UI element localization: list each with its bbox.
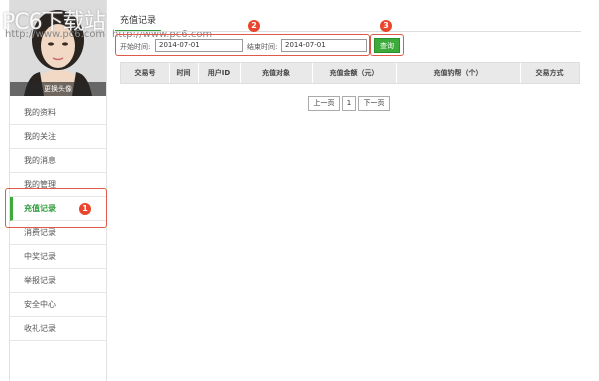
query-button[interactable]: 查询	[374, 38, 400, 53]
sidebar-item-follows[interactable]: 我的关注	[10, 125, 106, 149]
sidebar-item-prize-records[interactable]: 中奖记录	[10, 245, 106, 269]
tab-divider	[115, 31, 581, 32]
sidebar-item-profile[interactable]: 我的资料	[10, 101, 106, 125]
watermark-url: http://www.pc6.com	[5, 29, 106, 40]
tab-recharge-records[interactable]: 充值记录	[120, 13, 156, 26]
recharge-records-highlight	[5, 188, 107, 228]
column-header-recharge-coins: 充值钓帮（个）	[433, 69, 483, 77]
column-header-time: 时间	[176, 69, 191, 77]
records-table-header: 交易号 时间 用户ID 充值对象 充值金额（元） 充值钓帮（个） 交易方式	[120, 62, 580, 84]
marker-2: 2	[248, 20, 260, 32]
change-avatar-link[interactable]: 更换头像	[10, 82, 106, 96]
sidebar-item-messages[interactable]: 我的消息	[10, 149, 106, 173]
column-header-payment-method: 交易方式	[535, 69, 564, 77]
start-date-input[interactable]: 2014-07-01	[155, 39, 243, 52]
column-header-recharge-amount: 充值金额（元）	[329, 69, 379, 77]
page-number-button[interactable]: 1	[342, 96, 356, 111]
prev-page-button[interactable]: 上一页	[308, 96, 340, 111]
next-page-button[interactable]: 下一页	[358, 96, 390, 111]
marker-1: 1	[79, 203, 91, 215]
sidebar-item-security-center[interactable]: 安全中心	[10, 293, 106, 317]
sidebar-item-gift-records[interactable]: 收礼记录	[10, 317, 106, 341]
end-date-input[interactable]: 2014-07-01	[281, 39, 367, 52]
end-time-label: 结束时间:	[247, 43, 278, 51]
start-time-label: 开始时间:	[120, 43, 151, 51]
column-header-recharge-target: 充值对象	[262, 69, 290, 77]
sidebar-item-report-records[interactable]: 举报记录	[10, 269, 106, 293]
marker-3: 3	[380, 20, 392, 32]
column-header-transaction-id: 交易号	[134, 69, 156, 77]
column-header-user-id: 用户ID	[207, 69, 231, 77]
